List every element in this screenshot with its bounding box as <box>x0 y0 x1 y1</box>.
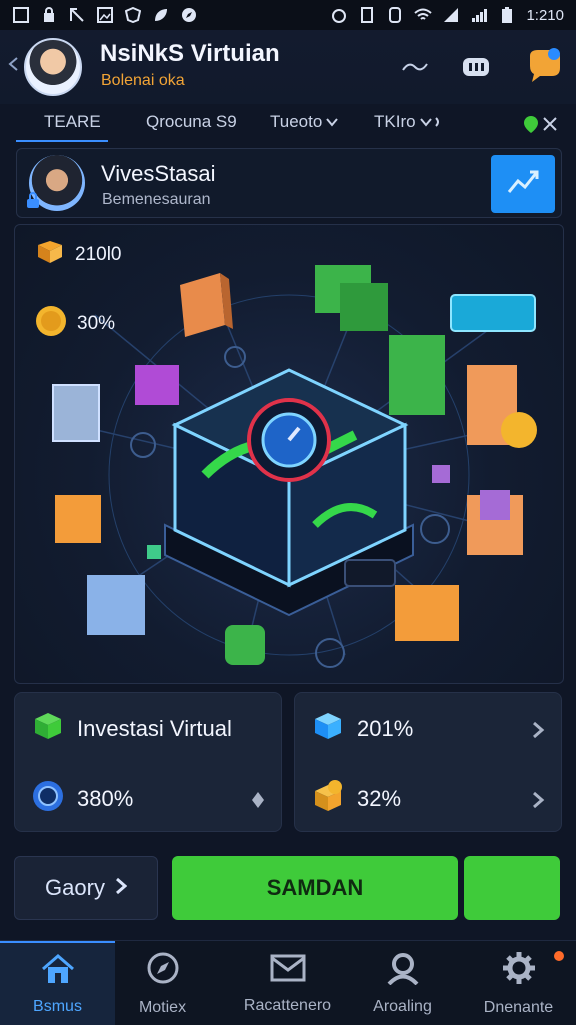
vault-illustration <box>52 265 537 668</box>
tab-tkiro[interactable]: TKIro <box>374 112 442 132</box>
image-icon <box>96 6 114 24</box>
samdan-button[interactable]: SAMDAN <box>172 856 458 920</box>
app-subtitle: Bolenai oka <box>101 72 185 89</box>
gold-coin-icon <box>35 305 67 343</box>
nav-item-racattenero[interactable]: Racattenero <box>230 941 345 1025</box>
app-header: NsiNkS Virtuian Bolenai oka <box>0 30 576 104</box>
location-icon[interactable] <box>522 114 558 139</box>
vibrate-icon <box>358 6 376 24</box>
tab-qrocuna[interactable]: Qrocuna S9 <box>146 112 237 132</box>
wave-icon[interactable] <box>402 60 428 74</box>
chevron-down-icon <box>326 112 339 132</box>
green-cube-icon <box>31 709 65 749</box>
investment-percent-row: 380% <box>31 779 133 819</box>
blue-cube-icon <box>311 709 345 749</box>
chevron-right-icon <box>115 875 128 901</box>
gallery-icon <box>12 6 30 24</box>
signal-icon <box>442 6 460 24</box>
tab-bar: TEARE Qrocuna S9 Tueoto TKIro <box>0 104 576 144</box>
growth-percent-row: 32% <box>311 779 401 819</box>
chevron-right-icon[interactable] <box>531 791 545 809</box>
hero-illustration: 210l0 30% <box>14 224 564 684</box>
nav-item-home[interactable]: Bsmus <box>0 941 115 1025</box>
hero-stat-percent: 30% <box>35 305 115 343</box>
status-bar: 1:210 <box>0 0 576 30</box>
profile-name: VivesStasai <box>101 161 216 186</box>
mail-icon <box>270 952 306 989</box>
compass-icon <box>180 6 198 24</box>
secondary-green-button[interactable] <box>464 856 560 920</box>
coin-stack-icon <box>35 239 65 271</box>
compass-icon <box>145 950 181 991</box>
alarm-icon <box>330 6 348 24</box>
stats-cards: Investasi Virtual 380% 201% 32% <box>14 692 562 832</box>
chat-icon[interactable] <box>524 46 564 86</box>
status-time: 1:210 <box>526 6 564 24</box>
home-icon <box>40 953 76 990</box>
trend-chart-icon <box>506 167 540 202</box>
gear-icon <box>501 950 537 991</box>
notification-icon <box>68 6 86 24</box>
growth-row: 201% <box>311 709 413 749</box>
blue-coin-icon <box>31 779 65 819</box>
back-icon[interactable] <box>6 56 22 72</box>
signal-2-icon <box>470 6 488 24</box>
lock-icon <box>40 6 58 24</box>
gold-box-icon <box>311 779 345 819</box>
leaf-icon <box>152 6 170 24</box>
notification-badge <box>554 951 564 961</box>
gaory-button[interactable]: Gaory <box>14 856 158 920</box>
avatar[interactable] <box>24 38 82 96</box>
wifi-icon <box>414 6 433 24</box>
nav-item-motiex[interactable]: Motiex <box>105 941 220 1025</box>
chevron-down-icon <box>419 112 442 132</box>
robot-icon[interactable] <box>460 50 492 82</box>
action-bar: Gaory SAMDAN <box>14 856 562 920</box>
app-title: NsiNkS Virtuian <box>100 40 280 67</box>
shield-icon <box>124 6 142 24</box>
tab-teare[interactable]: TEARE <box>44 112 101 132</box>
hero-stat-coins: 210l0 <box>35 239 122 271</box>
investment-card[interactable]: Investasi Virtual 380% <box>14 692 282 832</box>
nav-item-aroaling[interactable]: Aroaling <box>345 941 460 1025</box>
nav-item-dnenante[interactable]: Dnenante <box>461 941 576 1025</box>
growth-card[interactable]: 201% 32% <box>294 692 562 832</box>
diamond-icon <box>251 791 265 814</box>
sim-icon <box>386 6 404 24</box>
profile-card[interactable]: VivesStasai Bemenesauran <box>16 148 562 218</box>
battery-icon <box>498 6 516 24</box>
tab-tueoto[interactable]: Tueoto <box>270 112 339 132</box>
profile-subtitle: Bemenesauran <box>102 191 211 208</box>
bottom-nav: Bsmus Motiex Racattenero Aroaling Dnenan… <box>0 940 576 1025</box>
chevron-right-icon[interactable] <box>531 721 545 739</box>
user-icon <box>385 951 421 990</box>
investment-row: Investasi Virtual <box>31 709 232 749</box>
lock-icon <box>25 191 41 209</box>
trend-button[interactable] <box>491 155 555 213</box>
tab-active-indicator <box>16 140 108 142</box>
